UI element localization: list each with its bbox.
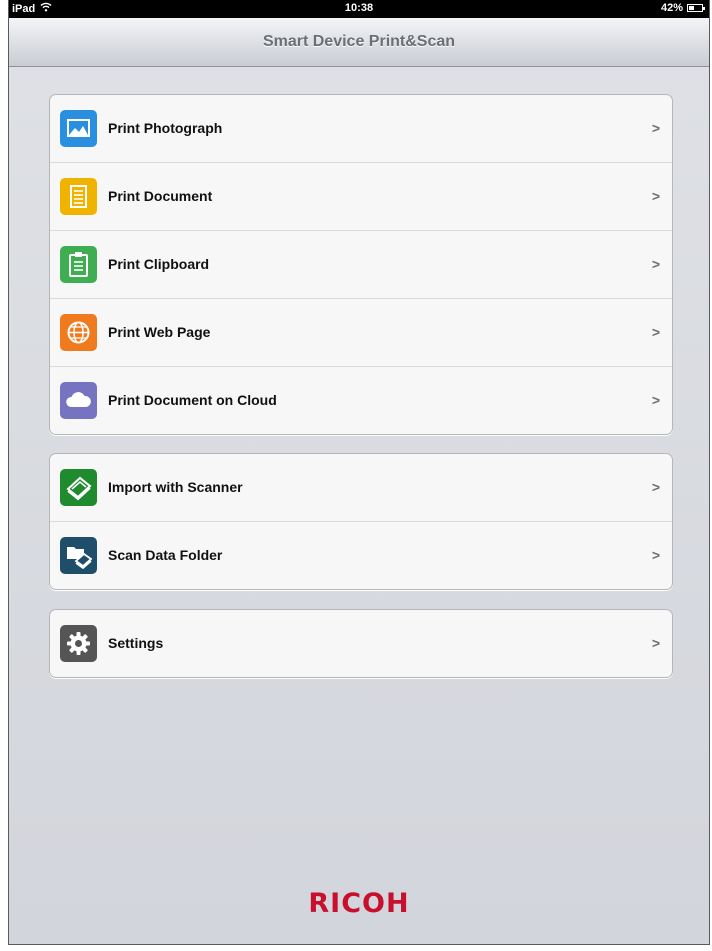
ricoh-logo: RICOH	[308, 888, 410, 919]
clipboard-icon	[60, 246, 97, 283]
menu-item-scan-data-folder[interactable]: Scan Data Folder >	[50, 522, 672, 589]
chevron-right-icon: >	[651, 635, 660, 651]
chevron-right-icon: >	[651, 547, 660, 563]
menu-item-label: Print Photograph	[108, 120, 223, 136]
menu-item-import-with-scanner[interactable]: Import with Scanner >	[50, 454, 672, 522]
scan-menu-group: Import with Scanner > Scan Data Folder >	[49, 453, 673, 590]
print-menu-group: Print Photograph > Print Document > Prin…	[49, 94, 673, 435]
battery-icon	[687, 4, 705, 12]
menu-item-label: Print Document on Cloud	[108, 392, 277, 408]
chevron-right-icon: >	[651, 479, 660, 495]
menu-item-print-document[interactable]: Print Document >	[50, 163, 672, 231]
menu-item-print-document-on-cloud[interactable]: Print Document on Cloud >	[50, 367, 672, 434]
scan-folder-icon	[60, 537, 97, 574]
chevron-right-icon: >	[651, 256, 660, 272]
device-screen: iPad 10:38 42% Smart Device Print&Scan P…	[8, 0, 710, 945]
menu-item-print-photograph[interactable]: Print Photograph >	[50, 95, 672, 163]
document-icon	[60, 178, 97, 215]
globe-icon	[60, 314, 97, 351]
menu-item-settings[interactable]: Settings >	[50, 610, 672, 677]
scanner-icon	[60, 469, 97, 506]
menu-item-label: Print Document	[108, 188, 213, 204]
chevron-right-icon: >	[651, 120, 660, 136]
status-time: 10:38	[344, 2, 374, 14]
menu-item-label: Print Clipboard	[108, 256, 210, 272]
chevron-right-icon: >	[651, 392, 660, 408]
chevron-right-icon: >	[651, 188, 660, 204]
navigation-bar: Smart Device Print&Scan	[9, 18, 709, 67]
settings-menu-group: Settings >	[49, 609, 673, 678]
status-bar: iPad 10:38 42%	[9, 0, 709, 18]
battery-percent: 42%	[660, 2, 683, 14]
menu-item-label: Import with Scanner	[108, 479, 243, 495]
menu-item-print-clipboard[interactable]: Print Clipboard >	[50, 231, 672, 299]
menu-item-print-web-page[interactable]: Print Web Page >	[50, 299, 672, 367]
menu-item-label: Settings	[108, 635, 164, 651]
menu-item-label: Scan Data Folder	[108, 547, 223, 563]
page-title: Smart Device Print&Scan	[262, 33, 456, 50]
photo-icon	[60, 110, 97, 147]
chevron-right-icon: >	[651, 324, 660, 340]
menu-item-label: Print Web Page	[108, 324, 211, 340]
gear-icon	[60, 625, 97, 662]
cloud-icon	[60, 382, 97, 419]
